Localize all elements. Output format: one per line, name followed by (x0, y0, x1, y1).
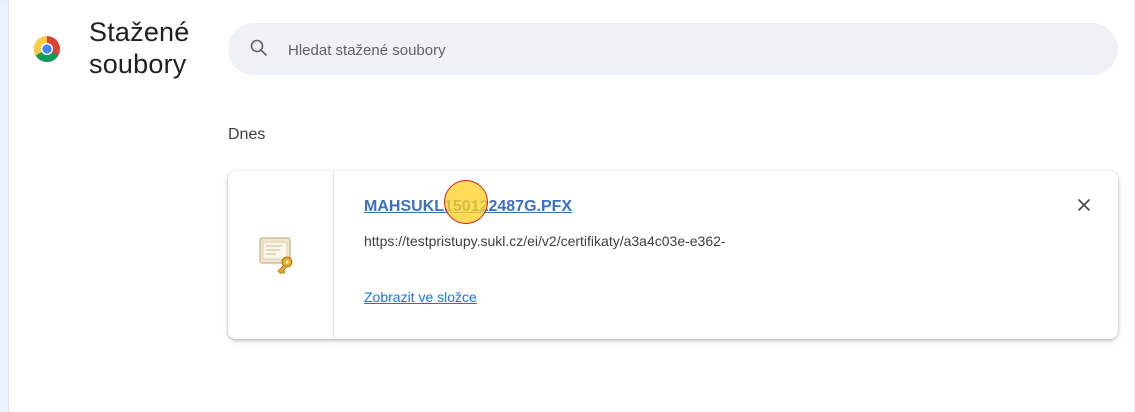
close-icon[interactable] (1072, 193, 1096, 217)
download-item-card: MAHSUKL150122487G.PFX https://testpristu… (228, 171, 1118, 339)
search-input[interactable] (286, 37, 1070, 63)
search-bar[interactable] (228, 23, 1118, 75)
download-source-url: https://testpristupy.sukl.cz/ei/v2/certi… (364, 233, 726, 249)
file-icon-area (228, 171, 334, 339)
show-in-folder-link[interactable]: Zobrazit ve složce (364, 289, 477, 305)
search-icon[interactable] (249, 38, 269, 58)
page-title: Stažené soubory (89, 16, 189, 80)
click-highlight-marker (444, 180, 488, 224)
page-title-line1: Stažené (89, 17, 190, 47)
chrome-logo-icon (33, 36, 60, 63)
page-title-line2: soubory (89, 49, 187, 79)
downloads-page: Stažené soubory Dnes MAHSUKL150122487G.P… (8, 0, 1135, 412)
date-group-label: Dnes (228, 126, 266, 143)
certificate-file-icon[interactable] (256, 233, 300, 277)
